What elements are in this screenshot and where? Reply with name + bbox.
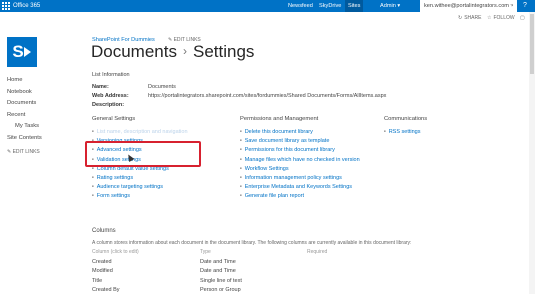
edit-links-nav-button[interactable]: ✎ EDIT LINKS <box>7 147 42 159</box>
column-header-type: Type <box>200 249 211 255</box>
title-parent-link[interactable]: Documents <box>91 42 177 61</box>
scrollbar-thumb[interactable] <box>530 14 534 74</box>
file-plan-report-link[interactable]: Generate file plan report <box>240 192 360 201</box>
user-menu[interactable]: ken.withee@portalintegrators.com ▾ <box>420 0 518 12</box>
nav-item-notebook[interactable]: Notebook <box>7 87 42 99</box>
waffle-icon[interactable] <box>2 2 10 10</box>
table-row[interactable]: Modified Date and Time <box>92 267 512 277</box>
table-header-row: Column (click to edit) Type Required <box>92 248 512 258</box>
sharepoint-logo[interactable]: S <box>7 37 37 67</box>
web-address-row: Web Address: https://portalintegrators.sh… <box>92 93 387 99</box>
permissions-section: Permissions and Management Delete this d… <box>240 116 360 202</box>
title-separator: › <box>182 44 187 58</box>
audience-targeting-settings-link[interactable]: Audience targeting settings <box>92 183 188 192</box>
general-settings-heading: General Settings <box>92 116 136 122</box>
table-row[interactable]: Title Single line of text <box>92 277 512 287</box>
communications-section: Communications RSS settings <box>384 116 427 137</box>
rss-settings-link[interactable]: RSS settings <box>384 128 427 137</box>
manage-checked-in-link[interactable]: Manage files which have no checked in ve… <box>240 156 360 165</box>
nav-item-my-tasks[interactable]: My Tasks <box>7 121 42 133</box>
title-current: Settings <box>192 42 255 61</box>
columns-heading: Columns <box>92 228 116 234</box>
nav-admin[interactable]: Admin ▾ <box>380 3 400 9</box>
column-header-required: Required <box>307 249 328 255</box>
left-nav: Home Notebook Documents Recent My Tasks … <box>7 75 42 159</box>
logo-arrow-icon <box>24 47 31 57</box>
star-icon: ☆ <box>487 15 492 21</box>
form-settings-link[interactable]: Form settings <box>92 192 188 201</box>
enterprise-metadata-link[interactable]: Enterprise Metadata and Keywords Setting… <box>240 183 360 192</box>
focus-icon[interactable]: ▢ <box>520 15 525 21</box>
save-as-template-link[interactable]: Save document library as template <box>240 137 360 146</box>
columns-description: A column stores information about each d… <box>92 240 412 246</box>
communications-heading: Communications <box>384 116 428 122</box>
info-policy-settings-link[interactable]: Information management policy settings <box>240 174 360 183</box>
share-icon: ↻ <box>458 15 463 21</box>
permissions-link[interactable]: Permissions for this document library <box>240 146 360 155</box>
gear-icon[interactable]: ⚙ <box>509 2 517 10</box>
nav-item-documents[interactable]: Documents <box>7 98 42 110</box>
share-button[interactable]: ↻ SHARE <box>458 15 481 21</box>
suite-bar: Office 365 Newsfeed SkyDrive Sites Admin… <box>0 0 535 12</box>
nav-item-recent: Recent <box>7 111 26 118</box>
nav-newsfeed[interactable]: Newsfeed <box>288 3 313 9</box>
columns-table: Column (click to edit) Type Required Cre… <box>92 248 512 294</box>
description-row: Description: <box>92 102 125 108</box>
follow-button[interactable]: ☆ FOLLOW <box>487 15 515 21</box>
list-info-heading: List Information <box>92 72 130 78</box>
nav-item-home[interactable]: Home <box>7 75 42 87</box>
help-icon[interactable]: ? <box>521 2 529 10</box>
rating-settings-link[interactable]: Rating settings <box>92 174 188 183</box>
office365-brand[interactable]: Office 365 <box>13 3 40 9</box>
column-header-name: Column (click to edit) <box>92 249 139 255</box>
page-title: Documents › Settings <box>91 42 254 62</box>
nav-skydrive[interactable]: SkyDrive <box>319 3 341 9</box>
sharepoint-s-icon: S <box>12 42 24 61</box>
delete-library-link[interactable]: Delete this document library <box>240 128 360 137</box>
table-row[interactable]: Created Date and Time <box>92 258 512 268</box>
nav-sites[interactable]: Sites <box>345 0 364 12</box>
highlight-box <box>85 141 201 167</box>
nav-item-site-contents[interactable]: Site Contents <box>7 133 42 145</box>
list-name-settings-link[interactable]: List name, description and navigation <box>92 128 188 137</box>
table-row[interactable]: Created By Person or Group <box>92 286 512 294</box>
permissions-heading: Permissions and Management <box>240 116 319 122</box>
list-name-row: Name: Documents <box>92 84 176 90</box>
workflow-settings-link[interactable]: Workflow Settings <box>240 165 360 174</box>
